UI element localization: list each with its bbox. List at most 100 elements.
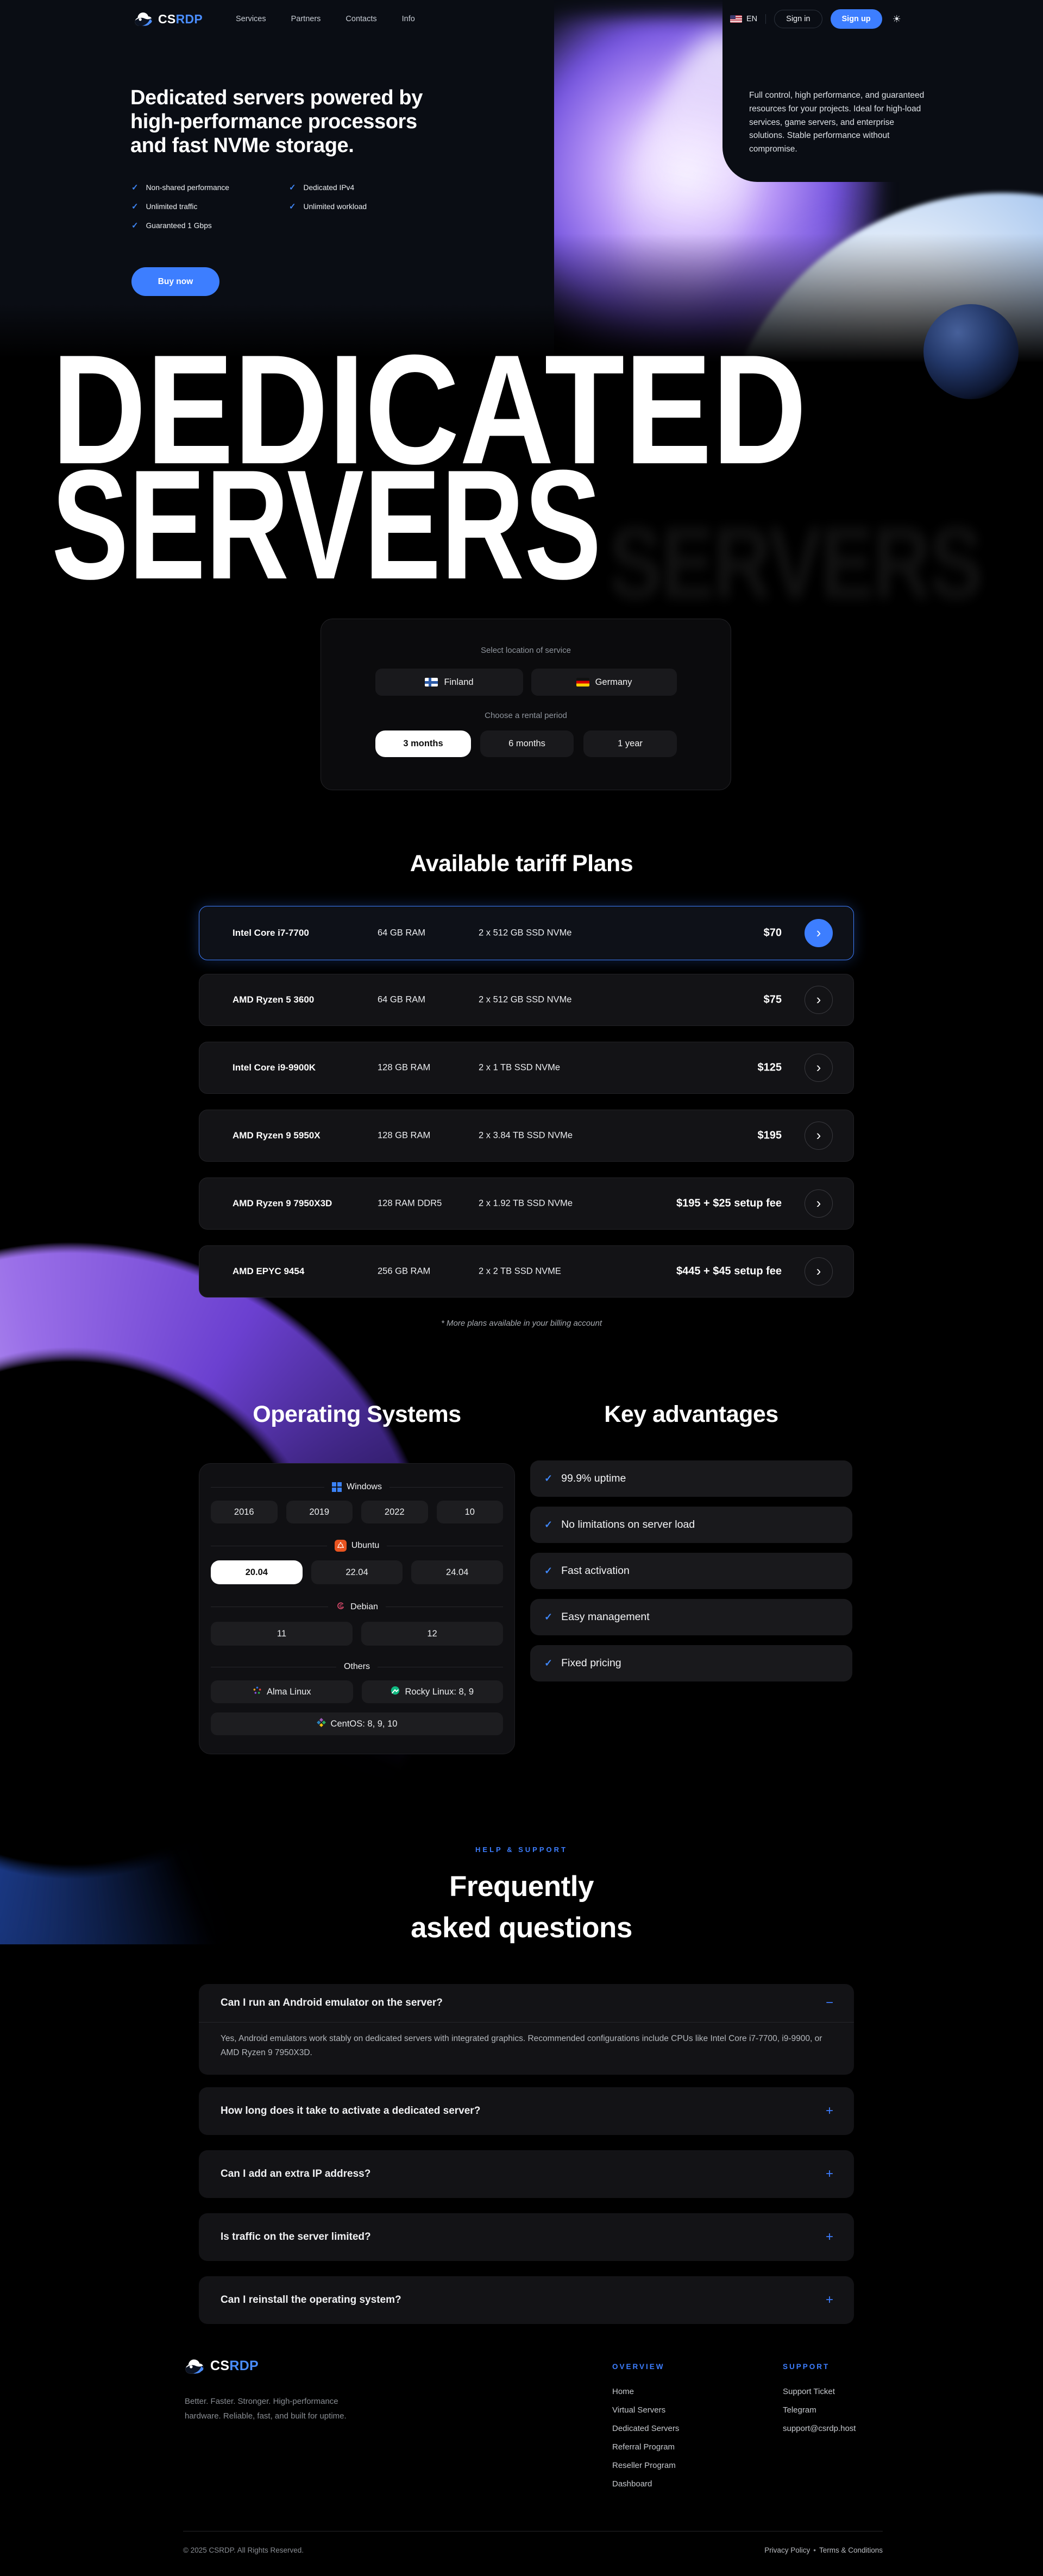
brand-logo[interactable]: CSRDP [134, 0, 203, 38]
nav-link-partners[interactable]: Partners [291, 15, 321, 23]
plan-row[interactable]: AMD EPYC 9454 256 GB RAM 2 x 2 TB SSD NV… [199, 1245, 854, 1298]
plans-section-title: Available tariff Plans [0, 851, 1043, 877]
feature-label: Guaranteed 1 Gbps [146, 222, 212, 230]
os-group-debian: Debian [211, 1601, 503, 1613]
expand-icon[interactable]: + [826, 2276, 833, 2324]
plan-row[interactable]: Intel Core i7-7700 64 GB RAM 2 x 512 GB … [199, 906, 854, 960]
faq-item[interactable]: How long does it take to activate a dedi… [199, 2087, 854, 2135]
plan-row[interactable]: Intel Core i9-9900K 128 GB RAM 2 x 1 TB … [199, 1042, 854, 1094]
faq-question[interactable]: Can I run an Android emulator on the ser… [221, 1984, 443, 2022]
plan-arrow-button[interactable]: › [805, 1054, 833, 1082]
os-button-windows-2022[interactable]: 2022 [361, 1501, 428, 1523]
check-icon: ✓ [131, 221, 139, 230]
os-button-ubuntu-2204[interactable]: 22.04 [311, 1560, 403, 1584]
footer-support-title: SUPPORT [783, 2363, 830, 2371]
plan-row[interactable]: AMD Ryzen 9 7950X3D 128 RAM DDR5 2 x 1.9… [199, 1177, 854, 1230]
feature-item: ✓Unlimited traffic [131, 200, 229, 212]
faq-item[interactable]: Can I reinstall the operating system? + [199, 2276, 854, 2324]
os-button-centos[interactable]: CentOS: 8, 9, 10 [211, 1712, 503, 1735]
footer-link-support-email[interactable]: support@csrdp.host [783, 2424, 856, 2442]
divider [765, 14, 766, 24]
os-button-rocky-linux[interactable]: Rocky Linux: 8, 9 [362, 1680, 504, 1703]
chevron-right-icon: › [816, 1060, 821, 1074]
period-button-6-months[interactable]: 6 months [480, 730, 574, 757]
plan-arrow-button[interactable]: › [805, 1122, 833, 1150]
faq-item[interactable]: Can I add an extra IP address? + [199, 2150, 854, 2198]
feature-label: Non-shared performance [146, 184, 229, 192]
plan-arrow-button[interactable]: › [805, 1189, 833, 1218]
footer-link-dashboard[interactable]: Dashboard [612, 2479, 679, 2498]
expand-icon[interactable]: + [826, 2087, 833, 2135]
footer-brand-logo[interactable]: CSRDP [185, 2358, 259, 2374]
nav-link-services[interactable]: Services [236, 15, 266, 23]
footer-link-reseller-program[interactable]: Reseller Program [612, 2461, 679, 2479]
plan-storage: 2 x 512 GB SSD NVMe [479, 928, 572, 939]
nav-link-info[interactable]: Info [402, 15, 415, 23]
footer-link-support-ticket[interactable]: Support Ticket [783, 2387, 856, 2405]
faq-question[interactable]: Can I reinstall the operating system? [221, 2276, 401, 2324]
cloud-logo-icon [134, 12, 154, 26]
advantage-label: Fixed pricing [561, 1657, 621, 1670]
advantage-label: Fast activation [561, 1565, 630, 1577]
plan-storage: 2 x 3.84 TB SSD NVMe [479, 1131, 573, 1141]
faq-question[interactable]: How long does it take to activate a dedi… [221, 2087, 480, 2135]
footer-link-referral-program[interactable]: Referral Program [612, 2442, 679, 2461]
os-button-windows-10[interactable]: 10 [437, 1501, 504, 1523]
expand-icon[interactable]: + [826, 2150, 833, 2198]
advantage-label: No limitations on server load [561, 1519, 695, 1531]
plan-cpu: AMD EPYC 9454 [233, 1266, 304, 1277]
os-section-title: Operating Systems [199, 1401, 515, 1428]
nav-link-contacts[interactable]: Contacts [345, 15, 376, 23]
collapse-icon[interactable]: − [826, 1984, 833, 2022]
faq-question[interactable]: Is traffic on the server limited? [221, 2213, 371, 2261]
plans-note: * More plans available in your billing a… [0, 1319, 1043, 1328]
location-button-germany[interactable]: Germany [531, 669, 677, 696]
footer-link-dedicated-servers[interactable]: Dedicated Servers [612, 2424, 679, 2442]
faq-eyebrow: HELP & SUPPORT [0, 1846, 1043, 1854]
chevron-right-icon: › [816, 1128, 821, 1142]
check-icon: ✓ [544, 1519, 552, 1531]
faq-answer: Yes, Android emulators work stably on de… [221, 2032, 824, 2060]
sign-up-button[interactable]: Sign up [831, 9, 882, 29]
footer-link-telegram[interactable]: Telegram [783, 2405, 856, 2424]
theme-toggle-icon[interactable]: ☀ [893, 14, 901, 25]
os-button-debian-12[interactable]: 12 [361, 1622, 503, 1646]
footer-link-virtual-servers[interactable]: Virtual Servers [612, 2405, 679, 2424]
os-button-ubuntu-2004[interactable]: 20.04 [211, 1560, 303, 1584]
chevron-right-icon: › [816, 1196, 821, 1210]
plan-cpu: AMD Ryzen 5 3600 [233, 994, 314, 1005]
plan-row[interactable]: AMD Ryzen 9 5950X 128 GB RAM 2 x 3.84 TB… [199, 1110, 854, 1162]
divider [199, 2022, 854, 2023]
plan-arrow-button[interactable]: › [805, 1257, 833, 1286]
ubuntu-icon [335, 1540, 347, 1552]
plan-row[interactable]: AMD Ryzen 5 3600 64 GB RAM 2 x 512 GB SS… [199, 974, 854, 1026]
faq-item[interactable]: Is traffic on the server limited? + [199, 2213, 854, 2261]
footer-link-home[interactable]: Home [612, 2387, 679, 2405]
giant-line-2: SERVERS [52, 437, 601, 581]
plan-arrow-button[interactable]: › [805, 986, 833, 1014]
language-selector[interactable]: EN [730, 15, 757, 23]
os-button-windows-2019[interactable]: 2019 [286, 1501, 353, 1523]
location-button-finland[interactable]: Finland [375, 669, 523, 696]
debian-icon [336, 1601, 345, 1613]
period-button-3-months[interactable]: 3 months [375, 730, 471, 757]
sign-in-button[interactable]: Sign in [774, 10, 822, 28]
period-button-1-year[interactable]: 1 year [583, 730, 677, 757]
faq-question[interactable]: Can I add an extra IP address? [221, 2150, 370, 2198]
os-button-alma-linux[interactable]: Alma Linux [211, 1680, 353, 1703]
terms-link[interactable]: Terms & Conditions [819, 2546, 883, 2554]
nav-links: Services Partners Contacts Info [236, 0, 415, 38]
buy-now-button[interactable]: Buy now [131, 267, 219, 296]
dot-separator: • [813, 2546, 816, 2554]
os-button-debian-11[interactable]: 11 [211, 1622, 353, 1646]
feature-item: ✓Non-shared performance [131, 181, 229, 193]
alma-linux-icon [253, 1686, 262, 1698]
brand-name: CSRDP [210, 2358, 259, 2374]
os-button-windows-2016[interactable]: 2016 [211, 1501, 278, 1523]
os-group-windows: Windows [211, 1482, 503, 1492]
expand-icon[interactable]: + [826, 2213, 833, 2261]
plan-arrow-button[interactable]: › [805, 919, 833, 947]
privacy-policy-link[interactable]: Privacy Policy [764, 2546, 810, 2554]
advantage-label: 99.9% uptime [561, 1472, 626, 1485]
os-button-ubuntu-2404[interactable]: 24.04 [411, 1560, 503, 1584]
